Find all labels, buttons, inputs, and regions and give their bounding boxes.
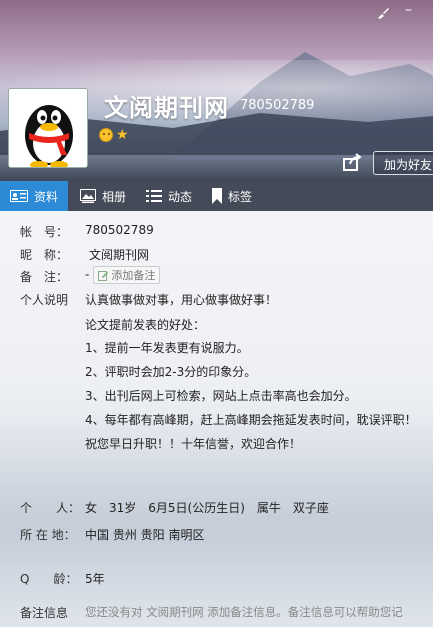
memo-value: - [85,267,90,282]
minimize-button[interactable]: – [405,2,412,18]
nickname-label: 昵 称： [20,248,69,262]
bio-line: 3、出刊后网上可检索，网站上点击率高也会加分。 [85,389,357,403]
memo-row: - 添加备注 [85,266,161,284]
feed-list-icon [146,190,163,202]
memo-info-label: 备注信息 [20,606,69,620]
bio-line: 1、提前一年发表更有说服力。 [85,341,249,355]
brush-icon[interactable] [376,6,390,24]
bio-line: 2、评职时会加2-3分的印象分。 [85,365,257,379]
location-value: 中国 贵州 贵阳 南明区 [85,528,205,542]
bio-line: 祝您早日升职！！十年信誉，欢迎合作！ [85,437,302,451]
add-memo-label: 添加备注 [111,269,156,282]
qage-value: 5年 [85,572,105,586]
album-icon [80,189,97,203]
tab-feed-label: 动态 [168,189,193,204]
profile-qq-number: 780502789 [240,98,315,113]
account-label: 帐 号： [20,225,69,239]
bookmark-icon [212,188,223,204]
memo-info-value: 您还没有对 文阅期刊网 添加备注信息。备注信息可以帮助您记 [85,605,403,619]
tab-profile-label: 资料 [34,189,59,204]
add-memo-button[interactable]: 添加备注 [93,266,161,284]
edit-memo-icon [98,270,109,281]
tab-profile[interactable]: 资料 [0,181,69,211]
star-icon[interactable]: ★ [116,128,129,142]
bio-line: 论文提前发表的好处： [85,318,206,332]
share-icon[interactable] [342,152,362,172]
profile-name: 文阅期刊网 [104,94,229,122]
avatar[interactable] [8,88,88,168]
profile-header: – 文阅期刊网 780502789 ★ 加为好友 [0,0,433,181]
tab-bar: 资料 相册 动态 标签 [0,181,433,211]
penguin-avatar-icon [9,89,87,167]
tab-tags[interactable]: 标签 [202,181,262,211]
memo-label: 备 注： [20,270,69,284]
tab-album-label: 相册 [102,189,127,204]
tab-tags-label: 标签 [228,189,253,204]
person-value: 女 31岁 6月5日(公历生日) 属牛 双子座 [85,501,329,515]
account-value: 780502789 [85,223,154,237]
nickname-value: 文阅期刊网 [89,248,150,262]
profile-details: 帐 号： 780502789 昵 称： 文阅期刊网 备 注： - 添加备注 个人说… [0,211,433,627]
tab-feed[interactable]: 动态 [136,181,202,211]
smile-icon[interactable] [99,128,113,142]
status-icons: ★ [99,128,129,142]
bio-label: 个人说明 [20,293,69,307]
bio-line: 认真做事做对事，用心做事做好事！ [85,293,278,307]
qage-label: Q 龄： [20,572,78,586]
person-label: 个 人： [20,501,81,515]
add-friend-button[interactable]: 加为好友 [373,151,433,175]
bio-line: 4、每年都有高峰期，赶上高峰期会拖延发表时间，耽误评职！ [85,413,417,427]
tab-album[interactable]: 相册 [70,181,136,211]
profile-card-icon [10,190,28,202]
location-label: 所 在 地： [20,528,76,542]
